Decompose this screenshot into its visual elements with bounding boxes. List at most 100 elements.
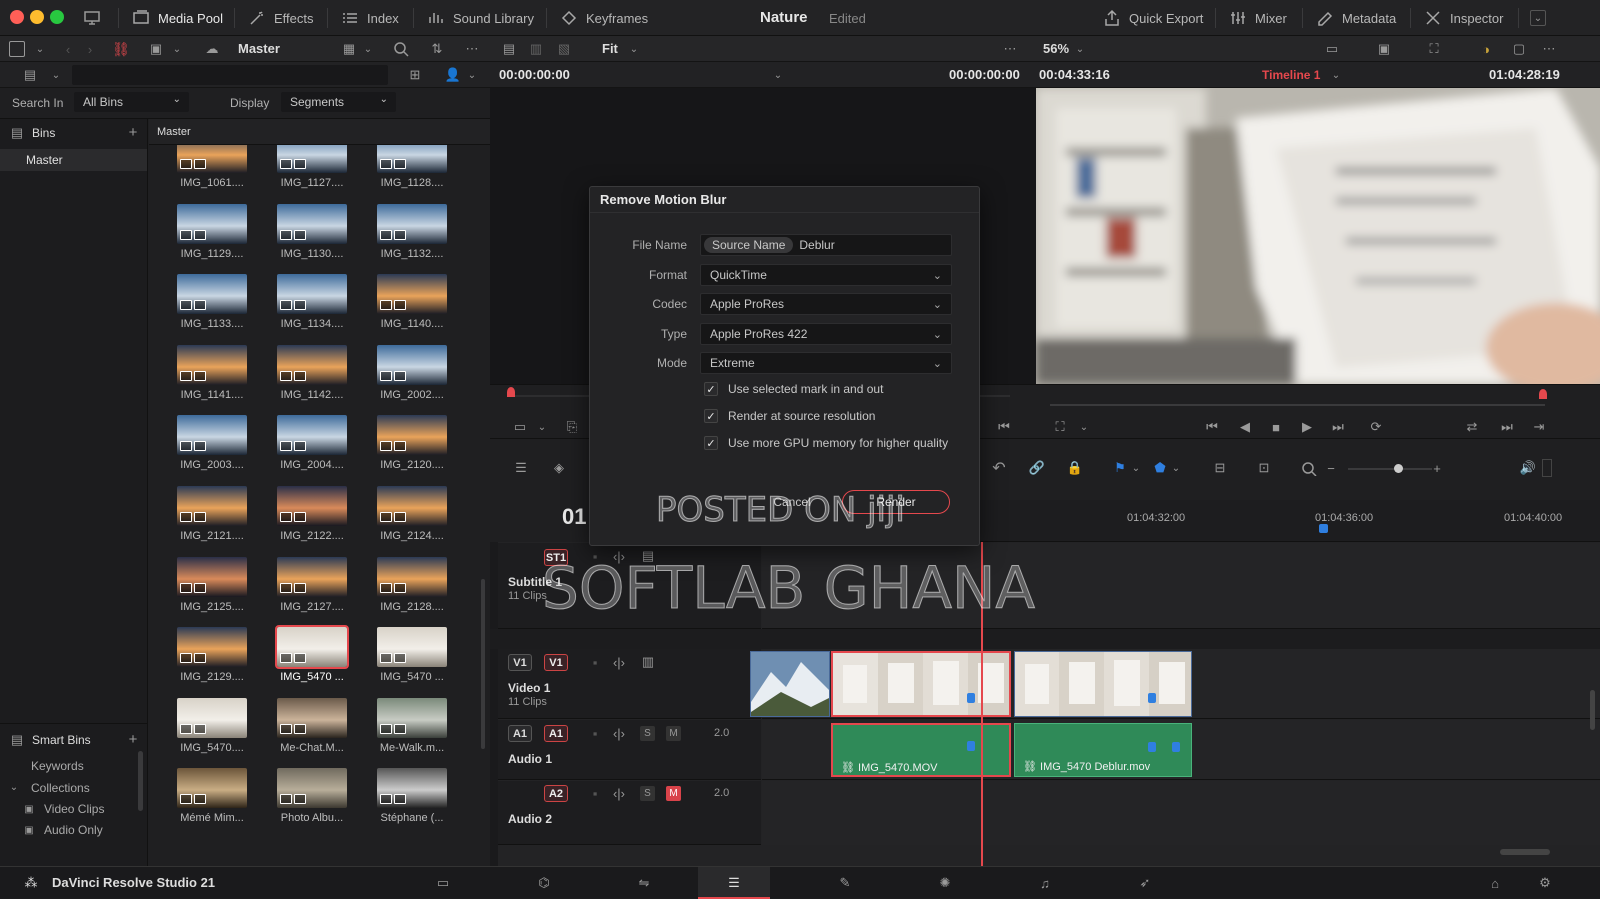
close-window-button[interactable] <box>10 10 24 24</box>
forward-icon[interactable]: › <box>82 41 98 57</box>
chevron-down-icon[interactable]: ⌄ <box>628 41 640 57</box>
clip-thumbnail[interactable] <box>277 697 347 738</box>
clip-thumbnail[interactable] <box>377 697 447 738</box>
zoom-slider[interactable] <box>1348 468 1432 470</box>
record-scrubber[interactable] <box>1050 404 1545 406</box>
clip-marker[interactable] <box>967 693 975 703</box>
mute-button-active[interactable]: M <box>666 786 681 801</box>
audio1-track-button[interactable]: A1 <box>544 725 568 742</box>
fullscreen-icon[interactable]: ▢ <box>1510 41 1528 57</box>
match-frame-icon[interactable]: ⎘ <box>562 419 582 435</box>
clip-marker[interactable] <box>967 741 975 751</box>
audio1-track-lane[interactable]: ⛓ IMG_5470.MOV ⛓ IMG_5470 Deblur.mov <box>762 720 1600 780</box>
chevron-down-icon[interactable]: ⌄ <box>1330 67 1342 83</box>
video-track-lane[interactable] <box>750 649 1600 719</box>
clip-thumbnail[interactable] <box>277 344 347 385</box>
zoom-level[interactable]: 56% <box>1043 41 1069 56</box>
timeline-name[interactable]: Timeline 1 <box>1262 68 1320 82</box>
media-page-icon[interactable]: ▭ <box>434 874 452 892</box>
workspace-icon[interactable] <box>82 9 102 27</box>
clip-thumbnail[interactable] <box>377 486 447 526</box>
bin-master[interactable]: Master <box>0 149 147 171</box>
chevron-down-icon[interactable]: ⌄ <box>536 419 548 435</box>
audio-clip-img-5470[interactable]: ⛓ IMG_5470.MOV <box>831 723 1011 777</box>
zoom-in-icon[interactable]: + <box>1430 459 1444 477</box>
split-view-icon[interactable]: ▧ <box>554 41 574 57</box>
media-pool-button[interactable]: Media Pool <box>132 0 223 36</box>
more-options-icon[interactable]: ⋯ <box>1540 41 1558 57</box>
add-bin-icon[interactable]: ⊞ <box>405 67 425 83</box>
clip-icon[interactable]: ▭ <box>510 419 530 435</box>
go-to-start-icon[interactable]: ⏮ <box>1202 419 1222 435</box>
chevron-down-icon[interactable]: ⌄ <box>8 780 20 794</box>
play-icon[interactable]: ▶ <box>1298 419 1316 435</box>
chevron-down-icon[interactable]: ⌄ <box>50 67 62 83</box>
clip-thumbnail[interactable] <box>177 697 247 738</box>
type-dropdown[interactable]: Apple ProRes 422 ⌄ <box>700 323 952 345</box>
record-playhead[interactable] <box>1539 389 1547 399</box>
video-clip[interactable] <box>750 651 830 717</box>
previous-edit-icon[interactable]: ⏮ <box>995 419 1013 435</box>
search-input[interactable] <box>72 65 388 85</box>
clip-thumbnail[interactable] <box>377 627 447 668</box>
chevron-down-icon[interactable]: ⌄ <box>1074 41 1086 57</box>
smart-bin-keywords[interactable]: Keywords <box>31 759 84 773</box>
next-edit-icon[interactable]: ⏭ <box>1498 419 1516 435</box>
chevron-down-icon[interactable]: ⌄ <box>1078 419 1090 435</box>
audio-clip-img-5470-deblur[interactable]: ⛓ IMG_5470 Deblur.mov <box>1014 723 1192 777</box>
search-icon[interactable] <box>392 40 410 58</box>
sound-library-button[interactable]: Sound Library <box>427 0 534 36</box>
chevron-down-icon[interactable]: ⌄ <box>32 41 48 57</box>
audio2-track-lane[interactable] <box>762 781 1600 845</box>
color-page-icon[interactable]: ✺ <box>936 874 954 892</box>
reverse-icon[interactable]: ◀ <box>1236 419 1254 435</box>
chevron-down-icon[interactable]: ⌄ <box>466 67 478 83</box>
film-icon[interactable]: ▥ <box>638 654 658 669</box>
clip-thumbnail[interactable] <box>177 415 247 456</box>
mute-button[interactable]: M <box>666 726 681 741</box>
filmstrip-icon[interactable]: ▥ <box>526 41 546 57</box>
video-track-button[interactable]: V1 <box>544 654 568 671</box>
gpu-memory-checkbox[interactable]: ✓ Use more GPU memory for higher quality <box>704 436 948 450</box>
lock-icon[interactable]: ▪ <box>588 655 602 670</box>
fusion-page-icon[interactable]: ✎ <box>836 874 854 892</box>
display-dropdown[interactable]: Segments ⌄ <box>281 92 396 112</box>
clip-thumbnail[interactable] <box>177 768 247 809</box>
solo-button[interactable]: S <box>640 786 655 801</box>
people-icon[interactable]: 👤 <box>443 67 463 83</box>
clip-marker[interactable] <box>1148 693 1156 703</box>
clip-thumbnail[interactable] <box>277 274 347 315</box>
clip-thumbnail[interactable] <box>275 625 349 670</box>
marker-icon[interactable]: ⬟ <box>1152 459 1168 477</box>
sidebar-toggle-icon[interactable] <box>9 41 25 57</box>
scrollbar[interactable] <box>138 751 143 811</box>
snap-icon[interactable]: ↶ <box>990 459 1008 477</box>
home-icon[interactable]: ⌂ <box>1486 874 1504 892</box>
chevron-down-icon[interactable]: ⌄ <box>1170 459 1182 477</box>
cut-page-icon[interactable]: ⌬ <box>534 874 554 892</box>
fairlight-page-icon[interactable]: ♫ <box>1036 874 1054 892</box>
end-icon[interactable]: ⇥ <box>1530 419 1548 435</box>
zoom-detail-icon[interactable]: ⊡ <box>1252 459 1276 477</box>
filter-icon[interactable]: ▤ <box>20 67 40 83</box>
clip-thumbnail[interactable] <box>177 344 247 385</box>
go-to-end-icon[interactable]: ⏭ <box>1328 419 1348 435</box>
unlink-icon[interactable]: ⛓ <box>112 41 130 57</box>
flag-icon[interactable]: ⚑ <box>1112 459 1128 477</box>
timeline-options-icon[interactable]: ☰ <box>510 459 532 477</box>
video-clip-img-5470-deblur[interactable] <box>1014 651 1192 717</box>
clip-thumbnail[interactable] <box>277 415 347 456</box>
match-icon[interactable]: ⇄ <box>1462 419 1482 435</box>
zoom-slider-handle[interactable] <box>1394 464 1403 473</box>
volume-icon[interactable]: 🔊 <box>1518 459 1538 477</box>
deliver-page-icon[interactable]: ➶ <box>1136 874 1154 892</box>
clip-thumbnail[interactable] <box>177 627 247 668</box>
add-bin-icon[interactable]: + <box>126 124 140 141</box>
stop-icon[interactable]: ■ <box>1267 419 1285 435</box>
grid-view-icon[interactable]: ▦ <box>340 41 358 57</box>
audio2-track-button[interactable]: A2 <box>544 785 568 802</box>
quick-export-button[interactable]: Quick Export <box>1103 0 1203 36</box>
loop-icon[interactable]: ⟳ <box>1366 419 1386 435</box>
clip-thumbnail[interactable] <box>377 344 447 385</box>
source-resolution-checkbox[interactable]: ✓ Render at source resolution <box>704 409 875 423</box>
